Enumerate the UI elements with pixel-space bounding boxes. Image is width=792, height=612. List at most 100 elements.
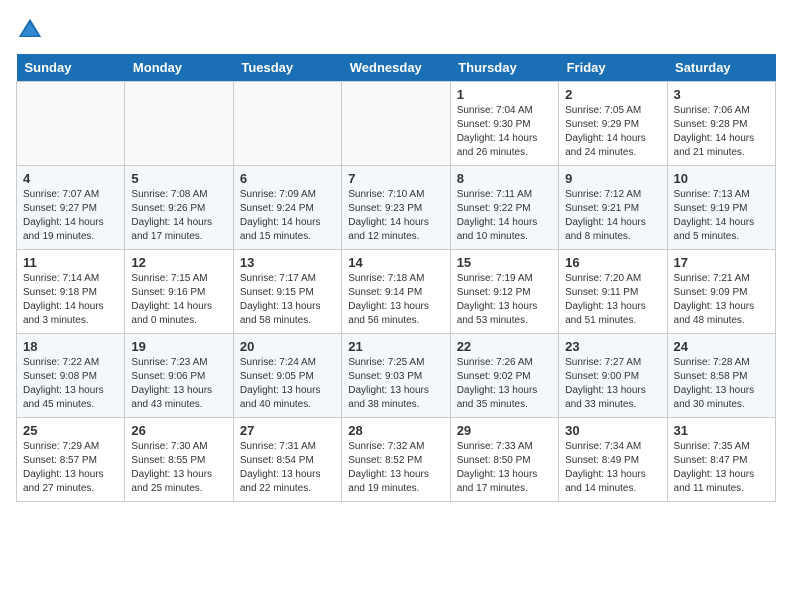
calendar-cell: 1 Sunrise: 7:04 AMSunset: 9:30 PMDaylight… [450, 82, 558, 166]
day-number: 26 [131, 423, 226, 438]
calendar-cell [342, 82, 450, 166]
calendar-cell: 18 Sunrise: 7:22 AMSunset: 9:08 PMDayligh… [17, 334, 125, 418]
week-row: 25Sunrise: 7:29 AMSunset: 8:57 PMDayligh… [17, 418, 776, 502]
calendar-cell: 26 Sunrise: 7:30 AMSunset: 8:55 PMDayligh… [125, 418, 233, 502]
calendar-cell [125, 82, 233, 166]
weekday-header-row: SundayMondayTuesdayWednesdayThursdayFrid… [17, 54, 776, 82]
week-row: 11 Sunrise: 7:14 AMSunset: 9:18 PMDayligh… [17, 250, 776, 334]
day-number: 23 [565, 339, 660, 354]
day-info: Sunrise: 7:22 AMSunset: 9:08 PMDaylight:… [23, 356, 118, 412]
calendar-cell: 12 Sunrise: 7:15 AMSunset: 9:16 PMDayligh… [125, 250, 233, 334]
day-info: Sunrise: 7:31 AMSunset: 8:54 PMDaylight:… [240, 440, 335, 496]
day-info: Sunrise: 7:12 AMSunset: 9:21 PMDaylight:… [565, 188, 660, 244]
day-number: 2 [565, 87, 660, 102]
day-info: Sunrise: 7:23 AMSunset: 9:06 PMDaylight:… [131, 356, 226, 412]
day-info: Sunrise: 7:05 AMSunset: 9:29 PMDaylight:… [565, 104, 660, 160]
week-row: 18 Sunrise: 7:22 AMSunset: 9:08 PMDayligh… [17, 334, 776, 418]
day-info: Sunrise: 7:24 AMSunset: 9:05 PMDaylight:… [240, 356, 335, 412]
calendar-cell [17, 82, 125, 166]
week-row: 4 Sunrise: 7:07 AMSunset: 9:27 PMDaylight… [17, 166, 776, 250]
calendar-cell [233, 82, 341, 166]
weekday-header-thursday: Thursday [450, 54, 558, 82]
day-info: Sunrise: 7:13 AMSunset: 9:19 PMDaylight:… [674, 188, 769, 244]
calendar-table: SundayMondayTuesdayWednesdayThursdayFrid… [16, 54, 776, 502]
day-info: Sunrise: 7:20 AMSunset: 9:11 PMDaylight:… [565, 272, 660, 328]
day-info: Sunrise: 7:30 AMSunset: 8:55 PMDaylight:… [131, 440, 226, 496]
calendar-cell: 10 Sunrise: 7:13 AMSunset: 9:19 PMDayligh… [667, 166, 775, 250]
day-number: 21 [348, 339, 443, 354]
weekday-header-tuesday: Tuesday [233, 54, 341, 82]
calendar-cell: 5Sunrise: 7:08 AMSunset: 9:26 PMDaylight… [125, 166, 233, 250]
day-info: Sunrise: 7:15 AMSunset: 9:16 PMDaylight:… [131, 272, 226, 328]
day-info: Sunrise: 7:27 AMSunset: 9:00 PMDaylight:… [565, 356, 660, 412]
day-info: Sunrise: 7:07 AMSunset: 9:27 PMDaylight:… [23, 188, 118, 244]
day-number: 19 [131, 339, 226, 354]
calendar-cell: 24 Sunrise: 7:28 AMSunset: 8:58 PMDayligh… [667, 334, 775, 418]
day-info: Sunrise: 7:17 AMSunset: 9:15 PMDaylight:… [240, 272, 335, 328]
week-row: 1 Sunrise: 7:04 AMSunset: 9:30 PMDaylight… [17, 82, 776, 166]
calendar-cell: 23 Sunrise: 7:27 AMSunset: 9:00 PMDayligh… [559, 334, 667, 418]
day-number: 22 [457, 339, 552, 354]
day-number: 25 [23, 423, 118, 438]
day-number: 14 [348, 255, 443, 270]
calendar-cell: 17 Sunrise: 7:21 AMSunset: 9:09 PMDayligh… [667, 250, 775, 334]
day-number: 17 [674, 255, 769, 270]
day-info: Sunrise: 7:11 AMSunset: 9:22 PMDaylight:… [457, 188, 552, 244]
day-number: 28 [348, 423, 443, 438]
calendar-cell: 13 Sunrise: 7:17 AMSunset: 9:15 PMDayligh… [233, 250, 341, 334]
calendar-cell: 3 Sunrise: 7:06 AMSunset: 9:28 PMDaylight… [667, 82, 775, 166]
day-info: Sunrise: 7:33 AMSunset: 8:50 PMDaylight:… [457, 440, 552, 496]
day-number: 24 [674, 339, 769, 354]
calendar-cell: 14 Sunrise: 7:18 AMSunset: 9:14 PMDayligh… [342, 250, 450, 334]
day-number: 18 [23, 339, 118, 354]
calendar-cell: 4 Sunrise: 7:07 AMSunset: 9:27 PMDaylight… [17, 166, 125, 250]
day-number: 3 [674, 87, 769, 102]
day-info: Sunrise: 7:25 AMSunset: 9:03 PMDaylight:… [348, 356, 443, 412]
day-info: Sunrise: 7:14 AMSunset: 9:18 PMDaylight:… [23, 272, 118, 328]
calendar-cell: 8 Sunrise: 7:11 AMSunset: 9:22 PMDaylight… [450, 166, 558, 250]
day-info: Sunrise: 7:32 AMSunset: 8:52 PMDaylight:… [348, 440, 443, 496]
weekday-header-wednesday: Wednesday [342, 54, 450, 82]
day-number: 11 [23, 255, 118, 270]
logo-icon [16, 16, 44, 44]
calendar-cell: 6Sunrise: 7:09 AMSunset: 9:24 PMDaylight… [233, 166, 341, 250]
day-number: 12 [131, 255, 226, 270]
calendar-cell: 25Sunrise: 7:29 AMSunset: 8:57 PMDayligh… [17, 418, 125, 502]
day-number: 30 [565, 423, 660, 438]
day-info: Sunrise: 7:28 AMSunset: 8:58 PMDaylight:… [674, 356, 769, 412]
day-info: Sunrise: 7:10 AMSunset: 9:23 PMDaylight:… [348, 188, 443, 244]
day-info: Sunrise: 7:21 AMSunset: 9:09 PMDaylight:… [674, 272, 769, 328]
calendar-cell: 9 Sunrise: 7:12 AMSunset: 9:21 PMDaylight… [559, 166, 667, 250]
calendar-cell: 11 Sunrise: 7:14 AMSunset: 9:18 PMDayligh… [17, 250, 125, 334]
day-info: Sunrise: 7:34 AMSunset: 8:49 PMDaylight:… [565, 440, 660, 496]
day-number: 13 [240, 255, 335, 270]
day-number: 15 [457, 255, 552, 270]
calendar-cell: 21 Sunrise: 7:25 AMSunset: 9:03 PMDayligh… [342, 334, 450, 418]
day-number: 10 [674, 171, 769, 186]
calendar-cell: 29 Sunrise: 7:33 AMSunset: 8:50 PMDayligh… [450, 418, 558, 502]
day-number: 1 [457, 87, 552, 102]
calendar-cell: 19 Sunrise: 7:23 AMSunset: 9:06 PMDayligh… [125, 334, 233, 418]
day-number: 31 [674, 423, 769, 438]
day-number: 9 [565, 171, 660, 186]
calendar-cell: 15Sunrise: 7:19 AMSunset: 9:12 PMDayligh… [450, 250, 558, 334]
calendar-cell: 2 Sunrise: 7:05 AMSunset: 9:29 PMDaylight… [559, 82, 667, 166]
day-number: 8 [457, 171, 552, 186]
calendar-cell: 27 Sunrise: 7:31 AMSunset: 8:54 PMDayligh… [233, 418, 341, 502]
logo [16, 16, 48, 44]
day-number: 4 [23, 171, 118, 186]
day-number: 29 [457, 423, 552, 438]
day-number: 16 [565, 255, 660, 270]
calendar-cell: 16 Sunrise: 7:20 AMSunset: 9:11 PMDayligh… [559, 250, 667, 334]
day-number: 6 [240, 171, 335, 186]
weekday-header-sunday: Sunday [17, 54, 125, 82]
weekday-header-saturday: Saturday [667, 54, 775, 82]
day-number: 27 [240, 423, 335, 438]
day-info: Sunrise: 7:18 AMSunset: 9:14 PMDaylight:… [348, 272, 443, 328]
day-info: Sunrise: 7:04 AMSunset: 9:30 PMDaylight:… [457, 104, 552, 160]
day-info: Sunrise: 7:06 AMSunset: 9:28 PMDaylight:… [674, 104, 769, 160]
calendar-cell: 28 Sunrise: 7:32 AMSunset: 8:52 PMDayligh… [342, 418, 450, 502]
calendar-cell: 7Sunrise: 7:10 AMSunset: 9:23 PMDaylight… [342, 166, 450, 250]
weekday-header-friday: Friday [559, 54, 667, 82]
day-info: Sunrise: 7:08 AMSunset: 9:26 PMDaylight:… [131, 188, 226, 244]
